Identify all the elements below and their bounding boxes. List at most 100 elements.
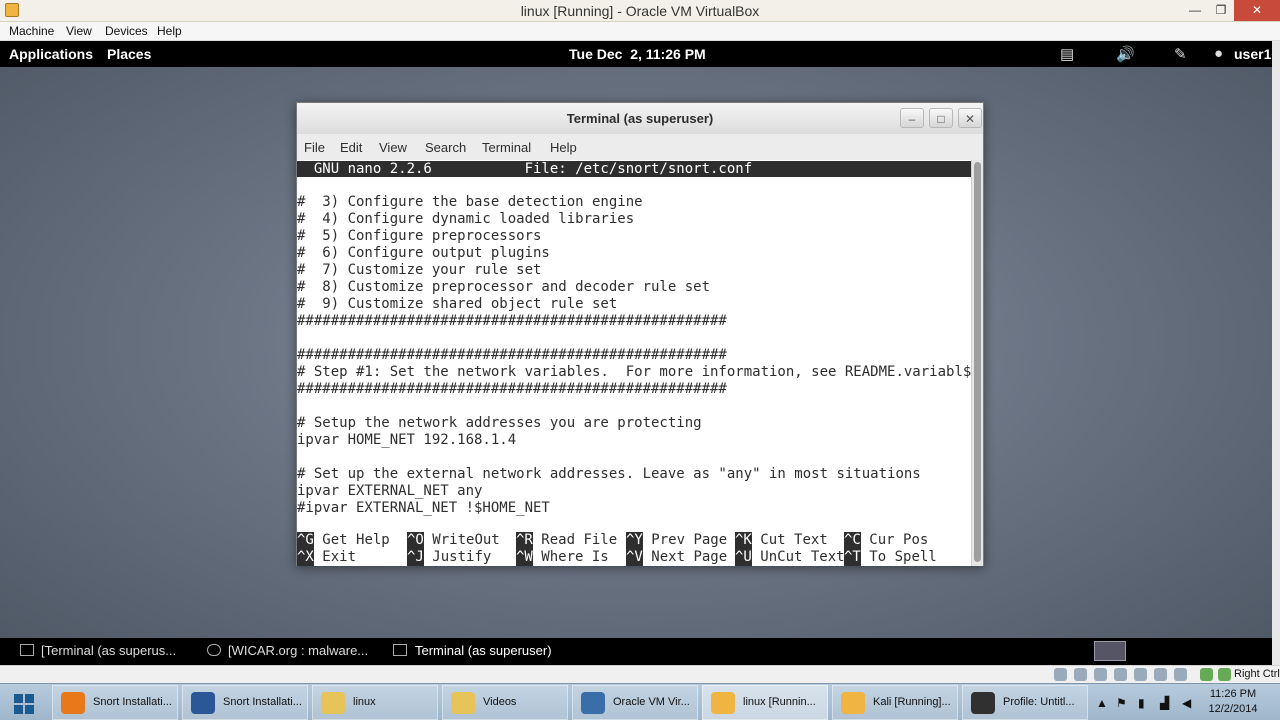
- text-line: # 3) Configure the base detection engine: [297, 194, 643, 210]
- taskbar-button-linux-vm[interactable]: linux [Runnin...: [702, 685, 828, 720]
- virtualization-icon[interactable]: [1200, 668, 1213, 681]
- applications-menu[interactable]: Applications: [9, 46, 93, 62]
- places-menu[interactable]: Places: [107, 46, 151, 62]
- shortcut-key: ^R: [516, 532, 533, 549]
- text-line: # Set up the external network addresses.…: [297, 466, 921, 482]
- taskbar-button-label: Videos: [483, 696, 517, 708]
- shortcut-key: ^O: [407, 532, 424, 549]
- chat-icon[interactable]: ●: [1214, 45, 1223, 62]
- terminal-window[interactable]: Terminal (as superuser) – □ ✕ File Edit …: [296, 102, 984, 566]
- shortcut-key: ^U: [735, 549, 752, 566]
- workspace-switcher[interactable]: [1094, 641, 1126, 661]
- taskbar-button-firefox[interactable]: Snort Installati...: [52, 685, 178, 720]
- vbox-menu-devices[interactable]: Devices: [105, 24, 148, 38]
- tray-overflow-icon[interactable]: ▲: [1096, 696, 1108, 710]
- vbox-titlebar: linux [Running] - Oracle VM VirtualBox —…: [0, 0, 1280, 22]
- nano-shortcut-exit: ^X Exit: [297, 549, 356, 566]
- speaker-icon[interactable]: ◀: [1182, 696, 1191, 710]
- video-capture-icon[interactable]: [1154, 668, 1167, 681]
- virtualbox-manager-icon: [581, 692, 605, 714]
- shortcut-label: UnCut Text: [760, 549, 845, 565]
- wifi-signal-icon[interactable]: ▟: [1160, 696, 1169, 710]
- terminal-titlebar[interactable]: Terminal (as superuser) – □ ✕: [297, 103, 983, 134]
- usb-icon[interactable]: [1094, 668, 1107, 681]
- shortcut-label: Exit: [322, 549, 357, 565]
- shortcut-label: Cur Pos: [869, 532, 929, 548]
- text-line: # 8) Customize preprocessor and decoder …: [297, 279, 711, 295]
- taskbar-button-label: Profile: Untitl...: [1003, 696, 1075, 708]
- optical-drive-icon[interactable]: [1074, 668, 1087, 681]
- terminal-close-button[interactable]: ✕: [958, 108, 982, 128]
- taskbar-button-videos[interactable]: Videos: [442, 685, 568, 720]
- volume-icon[interactable]: 🔊: [1116, 45, 1135, 63]
- taskbar-button-word[interactable]: Snort Installati...: [182, 685, 308, 720]
- vbox-menu-machine[interactable]: Machine: [9, 24, 54, 38]
- vbox-menu-help[interactable]: Help: [157, 24, 182, 38]
- terminal-minimize-button[interactable]: –: [900, 108, 924, 128]
- terminal-scrollbar-thumb[interactable]: [974, 162, 981, 562]
- taskbar-button-label: Snort Installati...: [223, 696, 302, 708]
- shortcut-label: Justify: [432, 549, 492, 565]
- nano-shortcut-read-file: ^R Read File: [516, 532, 617, 549]
- text-line: ########################################…: [297, 313, 727, 329]
- shortcut-label: Prev Page: [651, 532, 728, 548]
- vbox-menu-view[interactable]: View: [66, 24, 92, 38]
- guest-display[interactable]: Applications Places Tue Dec 2, 11:26 PM …: [0, 41, 1272, 665]
- taskbar-task-terminal-1[interactable]: [Terminal (as superus...: [41, 643, 176, 658]
- terminal-menu-edit[interactable]: Edit: [340, 140, 362, 155]
- terminal-scrollbar[interactable]: [971, 160, 983, 566]
- taskbar-clock[interactable]: 11:26 PM 12/2/2014: [1204, 687, 1262, 717]
- text-line: # 9) Customize shared object rule set: [297, 296, 618, 312]
- nano-shortcut-next-page: ^V Next Page: [626, 549, 727, 566]
- shared-folders-icon[interactable]: [1114, 668, 1127, 681]
- taskbar-button-label: Kali [Running]...: [873, 696, 951, 708]
- taskbar-task-wicar[interactable]: [WICAR.org : malware...: [228, 643, 368, 658]
- vm-icon: [711, 692, 735, 714]
- terminal-maximize-button[interactable]: □: [929, 108, 953, 128]
- clipboard-icon[interactable]: ▤: [1060, 45, 1074, 63]
- guest-scrollbar[interactable]: [1272, 41, 1280, 665]
- vm-icon: [841, 692, 865, 714]
- taskbar-button-kali-vm[interactable]: Kali [Running]...: [832, 685, 958, 720]
- shortcut-key: ^X: [297, 549, 314, 566]
- text-line: # 6) Configure output plugins: [297, 245, 550, 261]
- text-line: # 7) Customize your rule set: [297, 262, 542, 278]
- vbox-window-title: linux [Running] - Oracle VM VirtualBox: [520, 3, 760, 19]
- nano-shortcut-writeout: ^O WriteOut: [407, 532, 500, 549]
- terminal-menu-help[interactable]: Help: [550, 140, 577, 155]
- action-center-flag-icon[interactable]: ⚑: [1116, 696, 1127, 710]
- panel-clock[interactable]: Tue Dec 2, 11:26 PM: [569, 46, 706, 62]
- taskbar-button-virtualbox[interactable]: Oracle VM Vir...: [572, 685, 698, 720]
- shortcut-label: Cut Text: [760, 532, 828, 548]
- network-adapter-icon[interactable]: [1134, 668, 1147, 681]
- nano-shortcut-cut-text: ^K Cut Text: [735, 532, 828, 549]
- terminal-menu-view[interactable]: View: [379, 140, 407, 155]
- text-line: ipvar HOME_NET 192.168.1.4: [297, 432, 517, 448]
- user-menu[interactable]: user1: [1234, 46, 1271, 62]
- folder-icon: [321, 692, 345, 714]
- vbox-close-button[interactable]: ✕: [1234, 0, 1280, 21]
- host-key-icon: [1218, 668, 1231, 681]
- shortcut-key: ^T: [844, 549, 861, 566]
- taskbar-button-label: Oracle VM Vir...: [613, 696, 690, 708]
- terminal-task-icon: [20, 644, 34, 656]
- shortcut-label: Next Page: [651, 549, 728, 565]
- taskbar-task-terminal-2[interactable]: Terminal (as superuser): [415, 643, 552, 658]
- obs-icon: [971, 692, 995, 714]
- windows-start-button[interactable]: [4, 688, 46, 718]
- terminal-menu-search[interactable]: Search: [425, 140, 466, 155]
- shortcut-label: Get Help: [322, 532, 390, 548]
- power-icon[interactable]: ▮: [1138, 696, 1145, 710]
- network-icon[interactable]: ✎: [1174, 45, 1187, 63]
- mouse-integration-icon[interactable]: [1174, 668, 1187, 681]
- hard-disk-icon[interactable]: [1054, 668, 1067, 681]
- terminal-menu-file[interactable]: File: [304, 140, 325, 155]
- terminal-menu-terminal[interactable]: Terminal: [482, 140, 531, 155]
- nano-shortcut-where-is: ^W Where Is: [516, 549, 609, 566]
- vbox-restore-button[interactable]: ❐: [1206, 0, 1236, 21]
- taskbar-button-obs[interactable]: Profile: Untitl...: [962, 685, 1088, 720]
- terminal-body[interactable]: GNU nano 2.2.6 File: /etc/snort/snort.co…: [297, 160, 971, 566]
- nano-shortcut-cur-pos: ^C Cur Pos: [844, 532, 928, 549]
- taskbar-button-folder-linux[interactable]: linux: [312, 685, 438, 720]
- terminal-menubar: File Edit View Search Terminal Help: [297, 134, 983, 160]
